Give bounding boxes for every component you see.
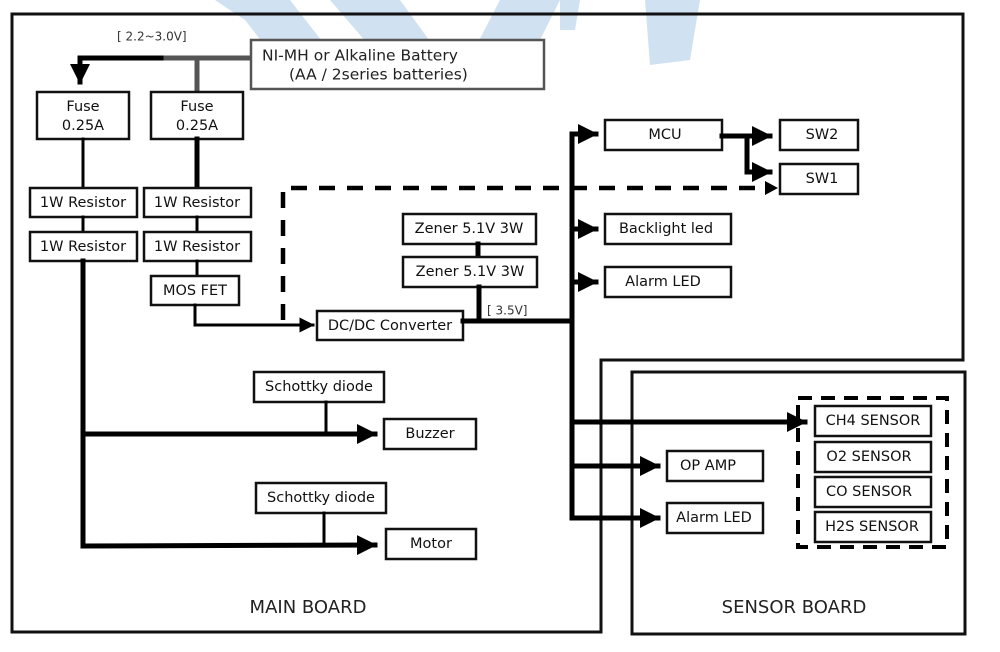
- backlight-led-label: Backlight led: [619, 221, 713, 237]
- dcdc-output-voltage-label: [ 3.5V]: [487, 304, 527, 318]
- zener-1-label: Zener 5.1V 3W: [415, 221, 524, 237]
- fuse-left-label-1: Fuse: [66, 99, 99, 115]
- sw1-label: SW1: [806, 171, 839, 187]
- schottky-2-label: Schottky diode: [267, 490, 375, 506]
- battery-wire-left: [70, 55, 169, 85]
- fuse-right-label-1: Fuse: [180, 99, 213, 115]
- sensor-ch4-label: CH4 SENSOR: [826, 413, 921, 429]
- mcu-label: MCU: [648, 127, 681, 143]
- mosfet-label: MOS FET: [163, 283, 227, 299]
- alarm-led-main-label: Alarm LED: [625, 274, 701, 290]
- buzzer-label: Buzzer: [405, 426, 454, 442]
- sensor-co-label: CO SENSOR: [826, 484, 912, 500]
- fuse-left-label-2: 0.25A: [62, 118, 104, 134]
- schottky-1-label: Schottky diode: [265, 379, 373, 395]
- resistor-left-2-label: 1W Resistor: [40, 239, 126, 255]
- sensor-o2-label: O2 SENSOR: [826, 449, 911, 465]
- alarm-led-sensor-label: Alarm LED: [676, 510, 752, 526]
- dcdc-converter-label: DC/DC Converter: [328, 318, 452, 334]
- resistor-left-1-label: 1W Resistor: [40, 195, 126, 211]
- dashed-control-line: [280, 185, 770, 320]
- motor-label: Motor: [410, 536, 452, 552]
- sensor-h2s-label: H2S SENSOR: [825, 519, 919, 535]
- zener-2-label: Zener 5.1V 3W: [416, 264, 525, 280]
- wire-bus-motor: [80, 535, 378, 556]
- resistor-right-1-label: 1W Resistor: [154, 195, 240, 211]
- wire-mosfet-dcdc: [193, 303, 315, 333]
- battery-label-line1: NI-MH or Alkaline Battery: [262, 47, 458, 65]
- fuse-right-label-2: 0.25A: [176, 118, 218, 134]
- sensor-board-label: SENSOR BOARD: [722, 597, 867, 618]
- op-amp-label: OP AMP: [680, 458, 736, 474]
- wire-mcu-sw1: [744, 133, 773, 182]
- block-diagram: NI-MH or Alkaline Battery (AA / 2series …: [10, 0, 967, 636]
- resistor-right-2-label: 1W Resistor: [154, 239, 240, 255]
- battery-voltage-label: [ 2.2~3.0V]: [117, 30, 187, 44]
- battery-wire-right: [163, 55, 253, 94]
- main-board-label: MAIN BOARD: [250, 597, 367, 618]
- sw2-label: SW2: [806, 127, 839, 143]
- battery-label-line2: (AA / 2series batteries): [289, 66, 468, 84]
- dashed-arrowhead: [765, 181, 778, 195]
